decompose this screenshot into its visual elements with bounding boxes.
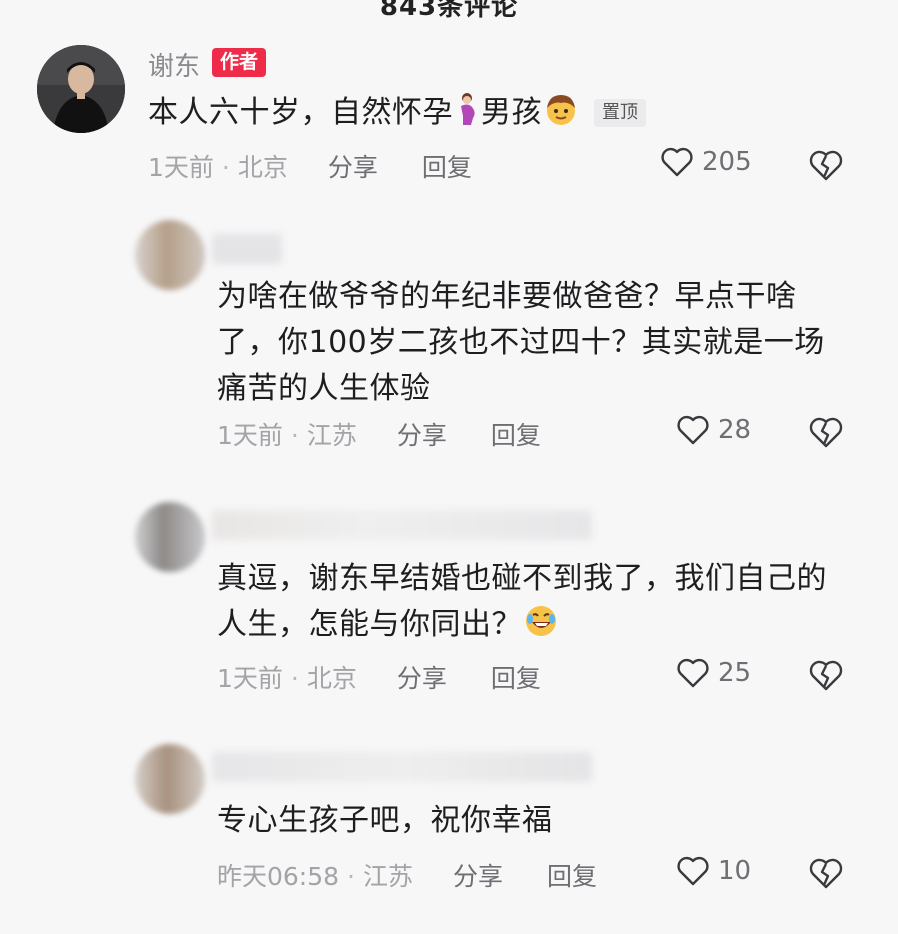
share-button[interactable]: 分享 [328,153,378,182]
comment-time: 1天前 [217,664,283,693]
pinned-badge: 置顶 [594,99,646,127]
comment-time: 1天前 [148,153,214,182]
avatar[interactable] [135,744,205,814]
comment-text: 专心生孩子吧，祝你幸福 [217,798,553,844]
separator-dot: · [290,421,299,450]
separator-dot: · [290,664,299,693]
comment-time: 昨天06:58 [217,862,340,891]
comment-line: 真逗，谢东早结婚也碰不到我了，我们自己的 [217,561,827,596]
dislike-button[interactable] [808,148,844,186]
separator-dot: · [221,153,230,182]
username[interactable]: 谢东 [148,46,200,83]
like-count: 10 [718,856,752,886]
broken-heart-icon [809,150,843,181]
comment-text-part: 男孩 [481,95,542,130]
separator-dot: · [347,862,355,891]
broken-heart-icon [809,858,843,889]
comment-meta: 1天前 · 北京 分享 回复 [148,148,472,184]
comment-count-title: 843条评论 [379,0,519,22]
like-button[interactable]: 10 [676,855,751,887]
share-button[interactable]: 分享 [453,862,503,891]
heart-outline-icon [661,147,693,177]
comment-text: 为啥在做爷爷的年纪非要做爸爸？早点干啥 了，你100岁二孩也不过四十？其实就是一… [217,274,825,412]
rofl-emoji [524,604,558,652]
comment-line: 了，你100岁二孩也不过四十？其实就是一场 [217,325,825,360]
comment-meta: 1天前 · 北京 分享 回复 [217,659,541,695]
comment-line: 专心生孩子吧，祝你幸福 [217,803,553,838]
comment-line-with-emoji: 人生，怎能与你同出？ [217,602,827,652]
author-badge: 作者 [212,48,267,77]
avatar[interactable] [37,45,125,133]
broken-heart-icon [809,660,843,691]
comment-meta: 昨天06:58 · 江苏 分享 回复 [217,857,597,893]
avatar[interactable] [135,502,205,572]
heart-outline-icon [677,856,709,886]
boy-emoji [544,92,578,140]
comment-time: 1天前 [217,421,283,450]
pregnant-woman-emoji [455,92,479,140]
like-button[interactable]: 25 [676,657,751,689]
dislike-button[interactable] [808,415,844,453]
heart-outline-icon [677,658,709,688]
comment-line: 为啥在做爷爷的年纪非要做爸爸？早点干啥 [217,279,797,314]
like-count: 28 [718,415,752,445]
comment-text-part: 本人六十岁，自然怀孕 [148,95,453,130]
comment-location: 江苏 [306,421,357,450]
avatar[interactable] [135,220,205,290]
comment-text: 真逗，谢东早结婚也碰不到我了，我们自己的 人生，怎能与你同出？ [217,556,827,652]
heart-outline-icon [677,415,709,445]
comment-location: 北京 [306,664,357,693]
comment-location: 江苏 [363,862,414,891]
reply-button[interactable]: 回复 [547,862,597,891]
reply-button[interactable]: 回复 [422,153,472,182]
dislike-button[interactable] [808,856,844,894]
broken-heart-icon [809,417,843,448]
like-button[interactable]: 205 [660,146,752,178]
comment-line: 痛苦的人生体验 [217,371,431,406]
username-blurred [212,752,592,782]
like-count: 205 [702,147,752,177]
username-blurred [212,510,592,540]
reply-button[interactable]: 回复 [491,664,541,693]
like-count: 25 [718,658,752,688]
comment-location: 北京 [237,153,288,182]
like-button[interactable]: 28 [676,414,751,446]
comment-text: 本人六十岁，自然怀孕 男孩 置顶 [148,90,646,140]
username-blurred [212,234,282,264]
avatar-image [37,45,125,133]
comment-line: 人生，怎能与你同出？ [217,607,522,642]
share-button[interactable]: 分享 [397,421,447,450]
comment-meta: 1天前 · 江苏 分享 回复 [217,416,541,452]
dislike-button[interactable] [808,658,844,696]
reply-button[interactable]: 回复 [491,421,541,450]
share-button[interactable]: 分享 [397,664,447,693]
